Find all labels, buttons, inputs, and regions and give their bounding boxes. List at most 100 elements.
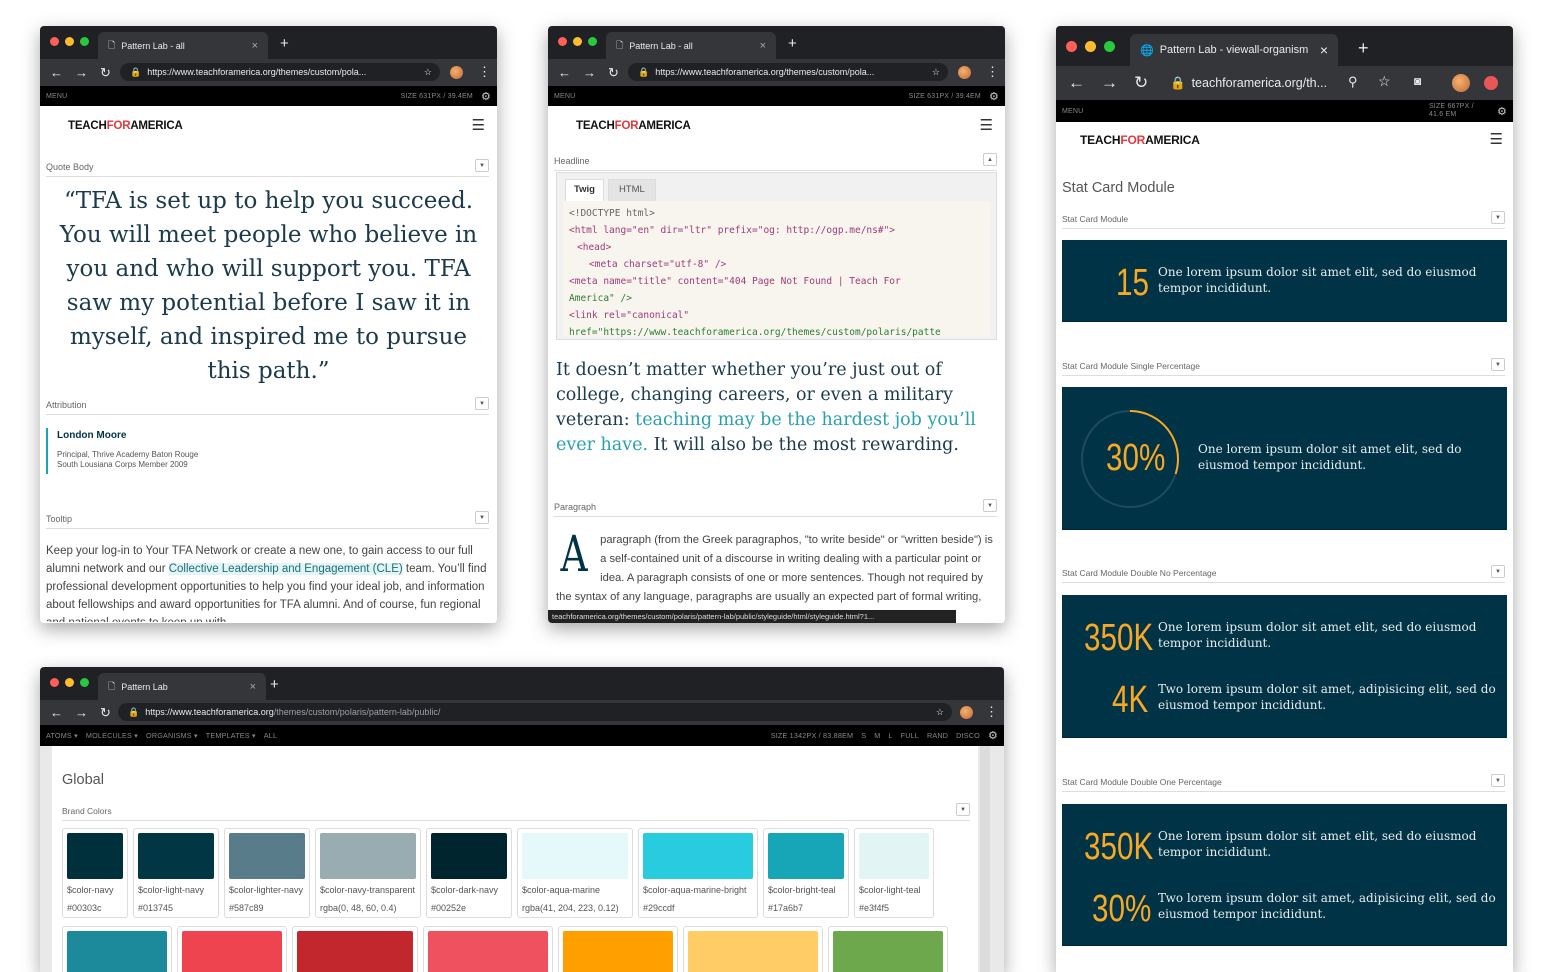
bookmark-star-icon[interactable]: ☆: [424, 67, 432, 78]
forward-icon[interactable]: →: [583, 65, 596, 81]
size-rand-button[interactable]: RAND: [927, 731, 948, 740]
close-tab-icon[interactable]: ×: [252, 40, 258, 52]
back-icon[interactable]: ←: [558, 65, 571, 81]
back-icon[interactable]: ←: [1068, 73, 1085, 93]
chevron-down-icon[interactable]: ▼: [475, 159, 489, 172]
tfa-logo[interactable]: TEACHFORAMERICA: [1080, 133, 1200, 147]
browser-tab[interactable]: 🗋 Pattern Lab ×: [98, 673, 266, 700]
browser-tab[interactable]: 🌐 Pattern Lab - viewall-organism ×: [1130, 34, 1338, 66]
back-icon[interactable]: ←: [50, 65, 63, 81]
profile-avatar[interactable]: [960, 706, 973, 719]
bookmark-star-icon[interactable]: ☆: [932, 67, 940, 78]
close-tab-icon[interactable]: ×: [250, 681, 256, 693]
size-m-button[interactable]: M: [874, 731, 880, 740]
color-swatch[interactable]: $color-light-navy #013745: [133, 828, 219, 918]
tab-twig[interactable]: Twig: [565, 179, 604, 201]
color-swatch[interactable]: [292, 926, 418, 972]
color-swatch[interactable]: $color-dark-navy #00252e: [426, 828, 512, 918]
browser-tab[interactable]: 🗋 Pattern Lab - all ×: [606, 32, 776, 59]
close-tab-icon[interactable]: ×: [760, 40, 766, 52]
reload-icon[interactable]: ↻: [100, 705, 111, 721]
chevron-down-icon[interactable]: ▼: [475, 511, 489, 524]
new-tab-button[interactable]: +: [1358, 38, 1369, 59]
new-tab-button[interactable]: +: [280, 35, 289, 52]
url-field[interactable]: 🔒 https://www.teachforamerica.org/themes…: [118, 703, 952, 721]
chevron-down-icon[interactable]: ▼: [1491, 211, 1505, 224]
window-controls[interactable]: [50, 37, 89, 46]
menu-link[interactable]: MENU: [554, 93, 575, 100]
bookmark-star-icon[interactable]: ☆: [936, 707, 944, 718]
forward-icon[interactable]: →: [75, 705, 88, 721]
url-field[interactable]: 🔒 https://www.teachforamerica.org/themes…: [120, 63, 440, 81]
size-full-button[interactable]: FULL: [901, 731, 919, 740]
color-swatch[interactable]: [683, 926, 823, 972]
new-tab-button[interactable]: +: [788, 35, 797, 52]
scrollbar[interactable]: [980, 746, 990, 972]
reload-icon[interactable]: ↻: [608, 65, 619, 81]
nav-templates[interactable]: TEMPLATES ▾: [206, 731, 256, 740]
forward-icon[interactable]: →: [1101, 73, 1118, 93]
back-icon[interactable]: ←: [50, 705, 63, 721]
size-s-button[interactable]: S: [861, 731, 866, 740]
url-field[interactable]: 🔒 teachforamerica.org/th...: [1160, 71, 1344, 95]
tfa-logo[interactable]: TEACHFORAMERICA: [68, 120, 183, 132]
nav-molecules[interactable]: MOLECULES ▾: [86, 731, 138, 740]
color-swatch[interactable]: $color-navy #00303c: [62, 828, 128, 918]
color-swatch[interactable]: $color-lighter-navy #587c89: [224, 828, 310, 918]
window-controls[interactable]: [50, 678, 89, 687]
gear-icon[interactable]: ⚙: [989, 90, 999, 103]
hamburger-icon[interactable]: ☰: [472, 116, 485, 134]
nav-organisms[interactable]: ORGANISMS ▾: [146, 731, 198, 740]
color-swatch[interactable]: [423, 926, 553, 972]
gear-icon[interactable]: ⚙: [988, 729, 998, 742]
tfa-logo[interactable]: TEACHFORAMERICA: [576, 120, 691, 132]
profile-avatar[interactable]: [958, 66, 971, 79]
size-l-button[interactable]: L: [888, 731, 892, 740]
color-swatch[interactable]: $color-navy-transparent rgba(0, 48, 60, 0…: [315, 828, 421, 918]
chevron-down-icon[interactable]: ▼: [1491, 358, 1505, 371]
window-controls[interactable]: [558, 37, 597, 46]
color-swatch[interactable]: [828, 926, 948, 972]
size-disco-button[interactable]: DISCO: [956, 731, 980, 740]
reload-icon[interactable]: ↻: [1134, 73, 1148, 93]
kebab-menu-icon[interactable]: ⋮: [986, 64, 999, 80]
url-field[interactable]: 🔒 https://www.teachforamerica.org/themes…: [628, 63, 948, 81]
color-swatch[interactable]: [177, 926, 287, 972]
chevron-down-icon[interactable]: ▼: [475, 397, 489, 410]
camera-icon[interactable]: ◙: [1414, 74, 1421, 88]
color-swatch[interactable]: $color-aqua-marine rgba(41, 204, 223, 0.1…: [517, 828, 633, 918]
gear-icon[interactable]: ⚙: [1497, 105, 1507, 118]
reload-icon[interactable]: ↻: [100, 65, 111, 81]
tab-html[interactable]: HTML: [607, 179, 656, 201]
browser-tab[interactable]: 🗋 Pattern Lab - all ×: [98, 32, 268, 59]
bookmark-star-icon[interactable]: ☆: [1378, 73, 1391, 90]
kebab-menu-icon[interactable]: ⋮: [985, 704, 998, 720]
hamburger-icon[interactable]: ☰: [980, 116, 993, 134]
window-controls[interactable]: [1066, 41, 1115, 52]
code-block[interactable]: <!DOCTYPE html> <html lang="en" dir="ltr…: [563, 201, 990, 337]
profile-avatar[interactable]: [450, 66, 463, 79]
chevron-up-icon[interactable]: ▲: [983, 153, 997, 166]
close-tab-icon[interactable]: ×: [1320, 42, 1328, 58]
menu-link[interactable]: MENU: [46, 93, 67, 100]
forward-icon[interactable]: →: [75, 65, 88, 81]
chevron-down-icon[interactable]: ▼: [1491, 774, 1505, 787]
menu-link[interactable]: MENU: [1062, 108, 1083, 115]
new-tab-button[interactable]: +: [270, 676, 279, 693]
hamburger-icon[interactable]: ☰: [1490, 130, 1503, 148]
update-icon[interactable]: [1484, 76, 1498, 90]
color-swatch[interactable]: [558, 926, 678, 972]
cle-link[interactable]: Collective Leadership and Engagement (CL…: [168, 563, 403, 575]
chevron-down-icon[interactable]: ▼: [956, 803, 970, 816]
nav-atoms[interactable]: ATOMS ▾: [46, 731, 78, 740]
color-swatch[interactable]: $color-aqua-marine-bright #29ccdf: [638, 828, 758, 918]
chevron-down-icon[interactable]: ▼: [983, 499, 997, 512]
color-swatch[interactable]: $color-light-teal #e3f4f5: [854, 828, 934, 918]
profile-avatar[interactable]: [1452, 74, 1470, 92]
zoom-icon[interactable]: ⚲: [1348, 74, 1358, 90]
color-swatch[interactable]: [62, 926, 172, 972]
color-swatch[interactable]: $color-bright-teal #17a6b7: [763, 828, 849, 918]
gear-icon[interactable]: ⚙: [481, 90, 491, 103]
kebab-menu-icon[interactable]: ⋮: [478, 64, 491, 80]
chevron-down-icon[interactable]: ▼: [1491, 565, 1505, 578]
